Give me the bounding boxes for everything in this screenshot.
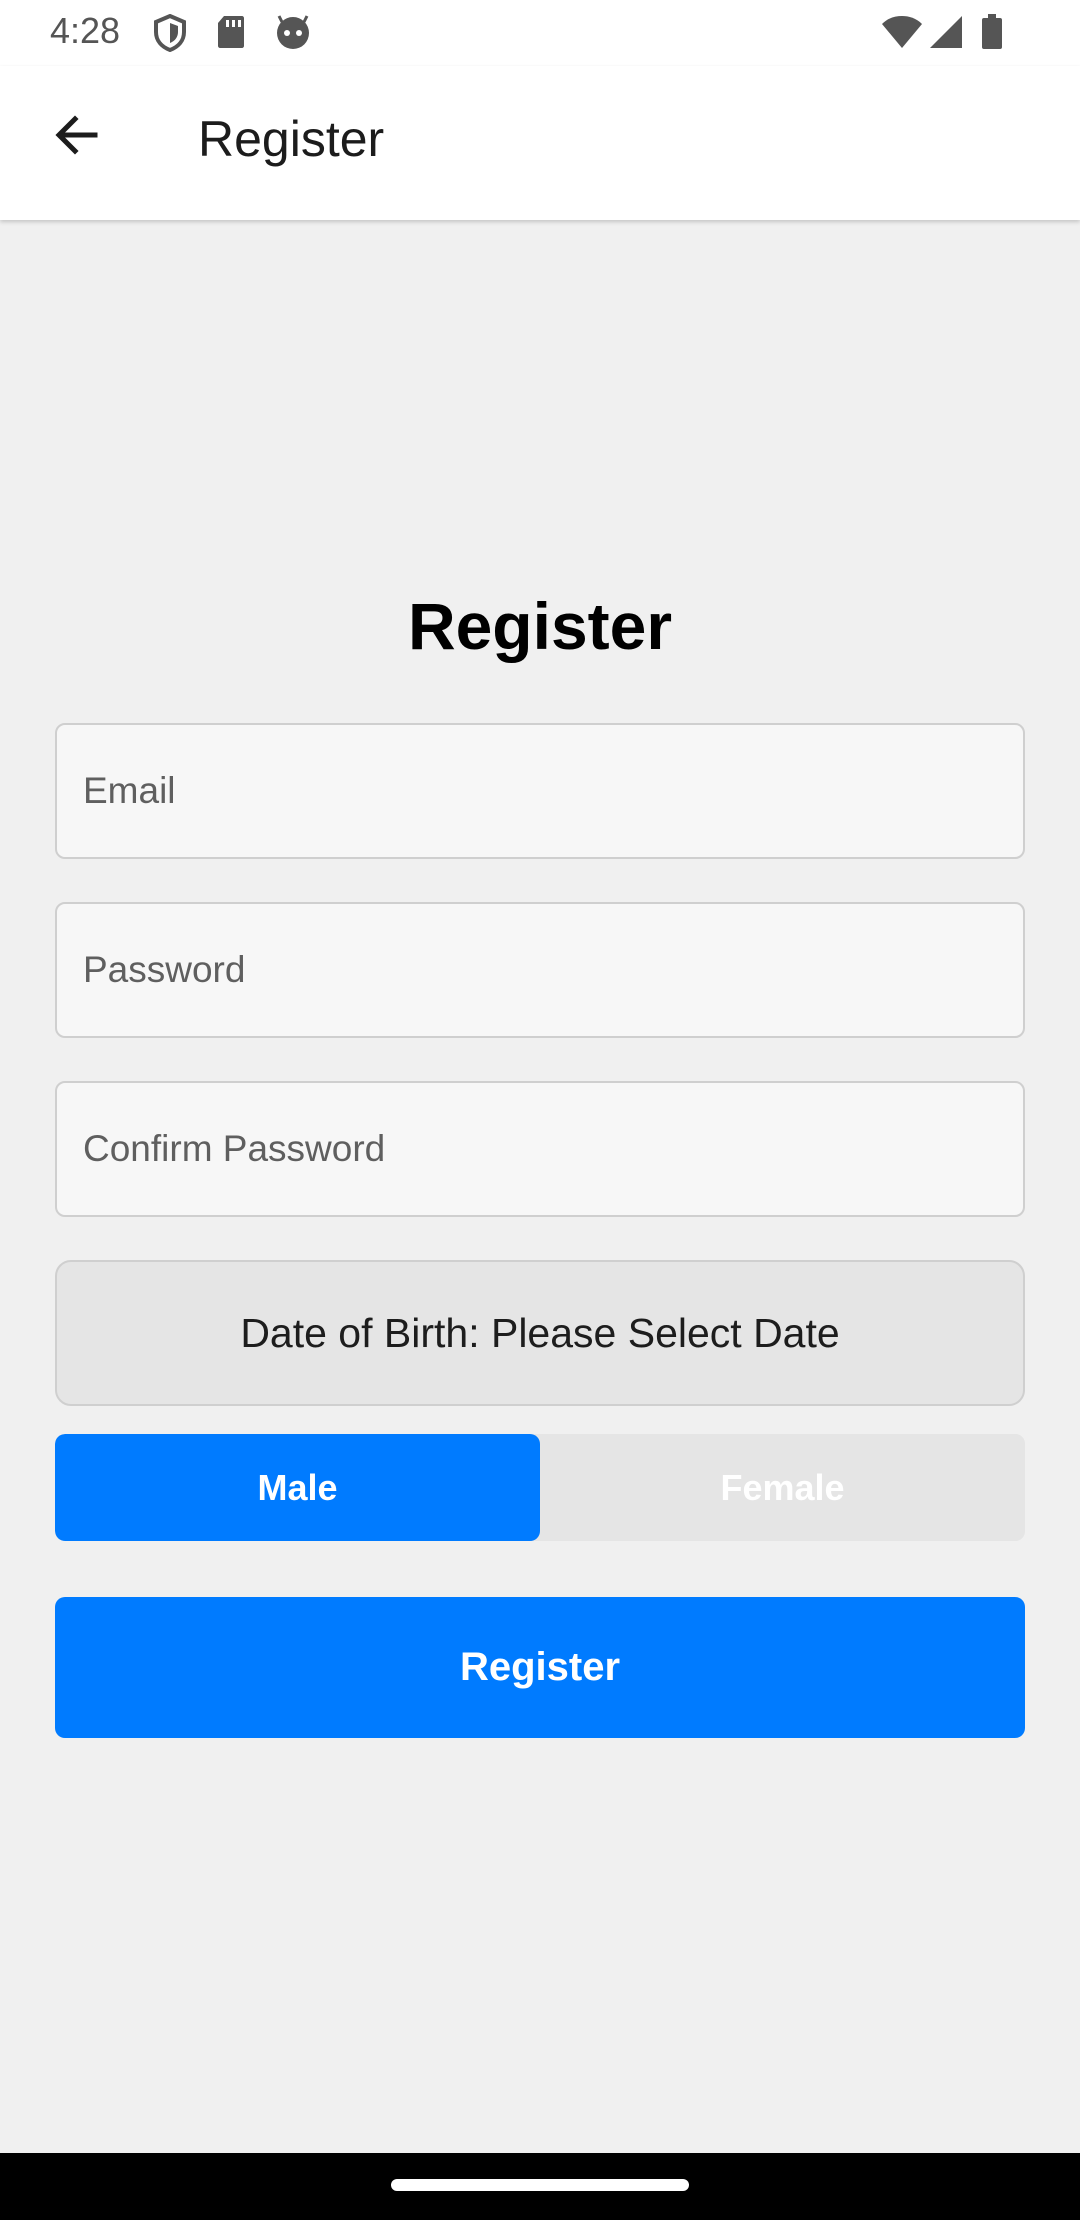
status-time: 4:28 <box>50 10 121 51</box>
page-heading: Register <box>407 589 673 663</box>
navigation-bar <box>0 2153 1080 2220</box>
gender-option-female[interactable]: Female <box>540 1434 1025 1541</box>
sd-card-icon <box>216 14 246 55</box>
home-gesture-handle[interactable] <box>391 2179 689 2191</box>
wifi-icon <box>880 14 924 55</box>
gender-female-label: Female <box>720 1466 845 1508</box>
status-bar: 4:28 <box>0 0 1080 66</box>
confirm-password-field[interactable] <box>55 1081 1025 1217</box>
gender-option-male[interactable]: Male <box>55 1434 540 1541</box>
date-of-birth-label: Date of Birth: Please Select Date <box>240 1309 840 1356</box>
register-button-label: Register <box>459 1645 621 1689</box>
email-field[interactable] <box>55 723 1025 859</box>
app-bar: Register <box>0 66 1080 220</box>
gender-toggle: Male Female <box>55 1434 1025 1541</box>
date-of-birth-button[interactable]: Date of Birth: Please Select Date <box>55 1260 1025 1406</box>
cellular-signal-icon <box>928 14 964 55</box>
battery-icon <box>980 14 1004 55</box>
shield-icon <box>152 13 188 57</box>
app-bar-title: Register <box>198 111 385 167</box>
arrow-back-icon <box>53 111 101 164</box>
robot-face-icon <box>274 14 312 55</box>
back-button[interactable] <box>40 100 114 174</box>
register-button[interactable]: Register <box>55 1597 1025 1738</box>
password-field[interactable] <box>55 902 1025 1038</box>
gender-male-label: Male <box>257 1466 338 1508</box>
